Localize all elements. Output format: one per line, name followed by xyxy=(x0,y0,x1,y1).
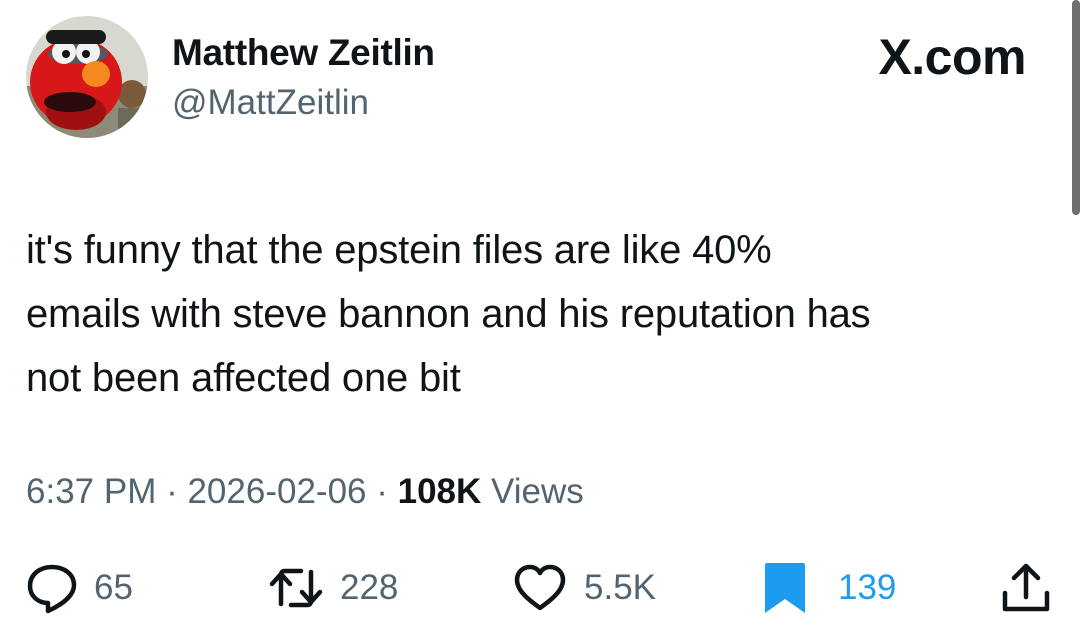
meta-separator: · xyxy=(156,472,188,511)
bookmark-icon xyxy=(765,563,805,613)
elmo-avatar-image xyxy=(26,16,148,138)
user-handle[interactable]: @MattZeitlin xyxy=(172,83,369,123)
share-upload-icon xyxy=(1002,563,1050,612)
tweet-date[interactable]: 2026-02-06 xyxy=(187,472,366,511)
tweet-text: it's funny that the epstein files are li… xyxy=(26,228,871,400)
bookmark-button[interactable]: 139 xyxy=(762,560,896,616)
speech-bubble-icon xyxy=(27,564,77,614)
meta-separator: · xyxy=(366,472,398,511)
repost-count: 228 xyxy=(340,568,399,607)
views-count: 108K xyxy=(397,472,482,511)
tweet-meta: 6:37 PM · 2026-02-06 · 108K Views xyxy=(26,472,584,512)
repost-arrows-icon xyxy=(269,568,323,608)
like-button[interactable]: 5.5K xyxy=(512,560,656,616)
tweet-time[interactable]: 6:37 PM xyxy=(26,472,156,511)
avatar[interactable] xyxy=(26,16,148,138)
reply-count: 65 xyxy=(94,568,133,607)
views-label: Views xyxy=(481,472,584,511)
brand-logo: X.com xyxy=(878,29,1026,85)
like-count: 5.5K xyxy=(584,568,656,607)
scrollbar[interactable] xyxy=(1072,0,1080,215)
heart-icon xyxy=(514,564,566,611)
reply-button[interactable]: 65 xyxy=(26,560,133,616)
bookmark-count: 139 xyxy=(838,568,897,607)
display-name[interactable]: Matthew Zeitlin xyxy=(172,32,435,74)
share-button[interactable] xyxy=(1000,560,1052,616)
repost-button[interactable]: 228 xyxy=(268,560,398,616)
